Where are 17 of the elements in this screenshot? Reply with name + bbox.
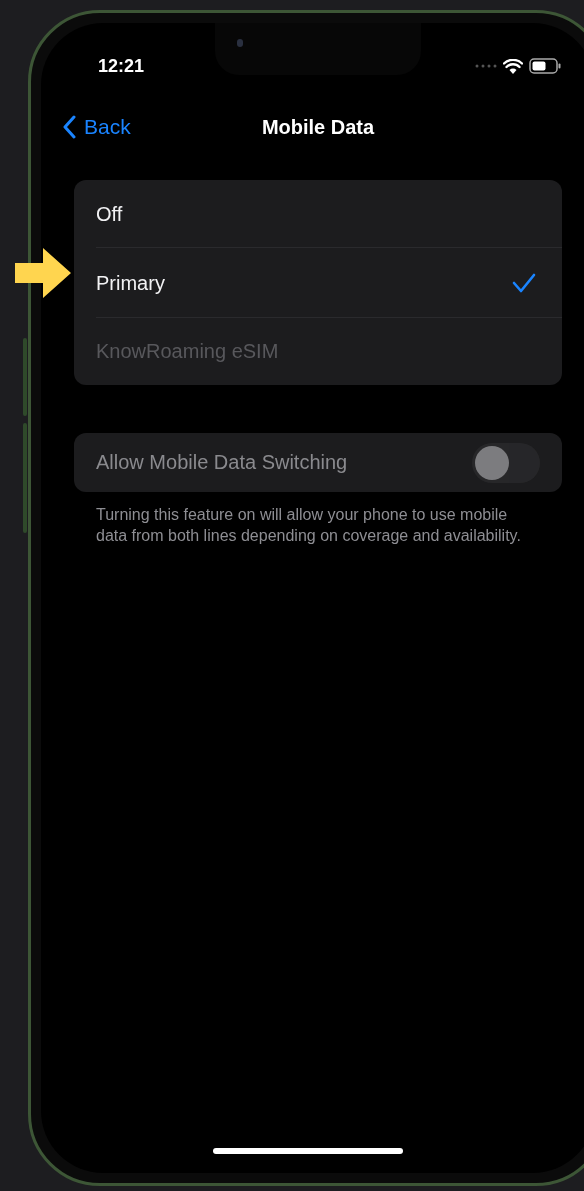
option-label: Primary [96,271,165,295]
option-row[interactable]: Off [74,180,562,248]
option-row[interactable]: Primary [74,248,562,318]
signal-dots-icon [475,64,497,68]
wifi-icon [503,58,523,74]
back-button[interactable]: Back [63,109,131,145]
footer-note: Turning this feature on will allow your phone to use mobile data from both lines depending on coverage and availability. [96,505,522,546]
chevron-left-icon [63,115,76,139]
camera-icon [237,39,243,47]
status-time: 12:21 [98,55,145,77]
screen-title: Mobile Data [261,115,375,139]
option-label: KnowRoaming eSIM [96,340,279,363]
switch-label: Allow Mobile Data Switching [96,451,348,474]
arrow-icon [15,248,71,298]
battery-icon [529,58,561,74]
option-label: Off [96,202,123,226]
checkmark-icon [512,273,536,293]
